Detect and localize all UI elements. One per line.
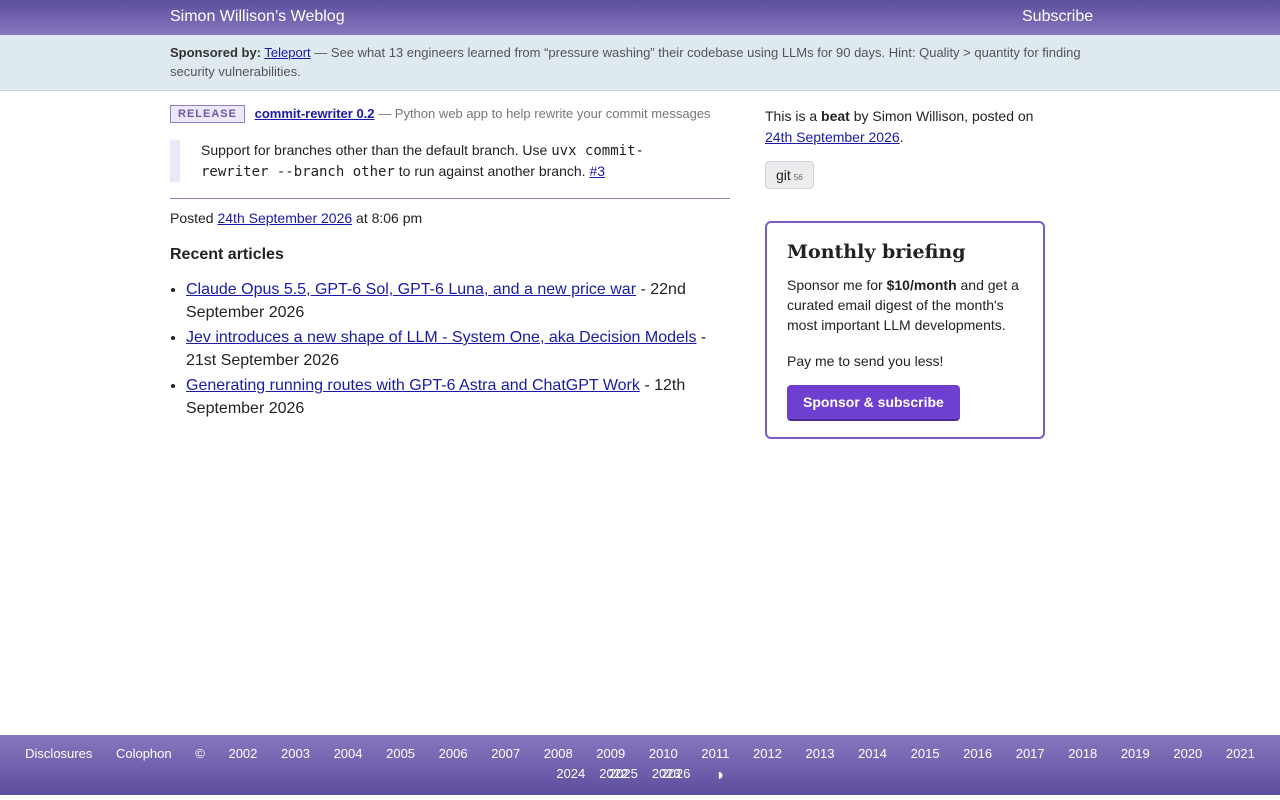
posted-date-link[interactable]: 24th September 2026: [217, 210, 352, 226]
tag-count: 56: [793, 173, 803, 182]
beat-text-pre: This is a: [765, 108, 822, 124]
tag-name: git: [776, 167, 791, 183]
footer-year-link[interactable]: 2011: [701, 746, 729, 761]
sponsor-link[interactable]: Teleport: [264, 45, 310, 60]
footer-year-link[interactable]: 2012: [753, 746, 782, 761]
list-item: Jev introduces a new shape of LLM - Syst…: [186, 326, 730, 372]
briefing-text-pre: Sponsor me for: [787, 277, 887, 293]
posted-line: Posted 24th September 2026 at 8:06 pm: [170, 208, 730, 228]
footer-year-link[interactable]: 2003: [281, 746, 310, 761]
monthly-briefing-box: Monthly briefing Sponsor me for $10/mont…: [765, 221, 1045, 439]
footer-year-link[interactable]: 2019: [1121, 746, 1150, 761]
footer-year-link[interactable]: 2026: [661, 766, 690, 781]
subscribe-link[interactable]: Subscribe: [1022, 8, 1093, 26]
footer-year-link[interactable]: 2016: [963, 746, 992, 761]
contrast-toggle-icon[interactable]: ◑: [714, 766, 724, 786]
recent-article-link[interactable]: Generating running routes with GPT-6 Ast…: [186, 377, 640, 394]
footer-row-2: 2024 2025 2026 ◑: [0, 764, 1280, 786]
sponsor-banner: Sponsored by: Teleport — See what 13 eng…: [0, 35, 1280, 91]
briefing-price: $10/month: [886, 277, 957, 293]
footer-year-link[interactable]: 2004: [334, 746, 363, 761]
release-description: — Python web app to help rewrite your co…: [378, 106, 711, 121]
posted-label: Posted: [170, 210, 214, 226]
beat-date-link[interactable]: 24th September 2026: [765, 129, 900, 145]
list-item: Generating running routes with GPT-6 Ast…: [186, 374, 730, 420]
list-item: Claude Opus 5.5, GPT-6 Sol, GPT-6 Luna, …: [186, 278, 730, 324]
divider: [170, 198, 730, 199]
sponsor-label: Sponsored by:: [170, 45, 262, 60]
site-title-link[interactable]: Simon Willison’s Weblog: [170, 8, 345, 26]
footer-year-link[interactable]: 2006: [439, 746, 468, 761]
site-header: Simon Willison’s Weblog Subscribe: [0, 0, 1280, 35]
release-title-link[interactable]: commit-rewriter 0.2: [255, 106, 375, 121]
issue-link[interactable]: #3: [589, 163, 605, 179]
footer-year-link[interactable]: 2010: [649, 746, 678, 761]
quote-text-pre: Support for branches other than the defa…: [201, 142, 552, 158]
beat-text-post: by Simon Willison, posted on: [849, 108, 1034, 124]
footer-year-link[interactable]: 2014: [858, 746, 887, 761]
briefing-pay-text: Pay me to send you less!: [787, 353, 944, 369]
footer-year-link[interactable]: 2005: [386, 746, 415, 761]
sidebar: This is a beat by Simon Willison, posted…: [765, 106, 1045, 439]
release-badge: RELEASE: [170, 105, 245, 123]
recent-article-link[interactable]: Jev introduces a new shape of LLM - Syst…: [186, 329, 696, 346]
sponsor-subscribe-button[interactable]: Sponsor & subscribe: [787, 385, 960, 421]
briefing-title: Monthly briefing: [787, 241, 966, 263]
footer-year-link[interactable]: 2021: [1226, 746, 1255, 761]
beat-text-end: .: [899, 129, 904, 145]
footer-year-link[interactable]: 2008: [544, 746, 573, 761]
beat-info: This is a beat by Simon Willison, posted…: [765, 106, 1045, 148]
footer-year-link[interactable]: 2002: [228, 746, 257, 761]
briefing-description: Sponsor me for $10/month and get a curat…: [787, 275, 1023, 335]
footer-year-link[interactable]: 2009: [596, 746, 625, 761]
footer-link-colophon[interactable]: Colophon: [116, 746, 172, 761]
footer-year-link[interactable]: 2017: [1016, 746, 1045, 761]
sponsor-text: Sponsored by: Teleport — See what 13 eng…: [170, 43, 1090, 81]
site-footer: Disclosures Colophon © 2002 2003 2004 20…: [0, 735, 1280, 795]
recent-articles-heading: Recent articles: [170, 246, 284, 263]
footer-year-link[interactable]: 2020: [1173, 746, 1202, 761]
copyright-symbol: ©: [195, 746, 205, 761]
footer-year-link[interactable]: 2024: [556, 766, 585, 781]
footer-year-link[interactable]: 2015: [911, 746, 940, 761]
beat-word: beat: [821, 108, 850, 124]
recent-article-link[interactable]: Claude Opus 5.5, GPT-6 Sol, GPT-6 Luna, …: [186, 281, 636, 298]
release-header: RELEASE commit-rewriter 0.2 — Python web…: [170, 104, 730, 124]
footer-year-link[interactable]: 2025: [609, 766, 638, 781]
footer-year-link[interactable]: 2007: [491, 746, 520, 761]
main-content: RELEASE commit-rewriter 0.2 — Python web…: [170, 104, 730, 422]
footer-year-link[interactable]: 2018: [1068, 746, 1097, 761]
quote-text-post: to run against another branch.: [394, 163, 590, 179]
footer-year-link[interactable]: 2013: [806, 746, 835, 761]
footer-link-disclosures[interactable]: Disclosures: [25, 746, 92, 761]
release-notes-quote: Support for branches other than the defa…: [170, 140, 690, 182]
tag-git[interactable]: git 56: [765, 161, 814, 189]
recent-articles-list: Claude Opus 5.5, GPT-6 Sol, GPT-6 Luna, …: [170, 278, 730, 420]
posted-time: at 8:06 pm: [356, 210, 423, 226]
